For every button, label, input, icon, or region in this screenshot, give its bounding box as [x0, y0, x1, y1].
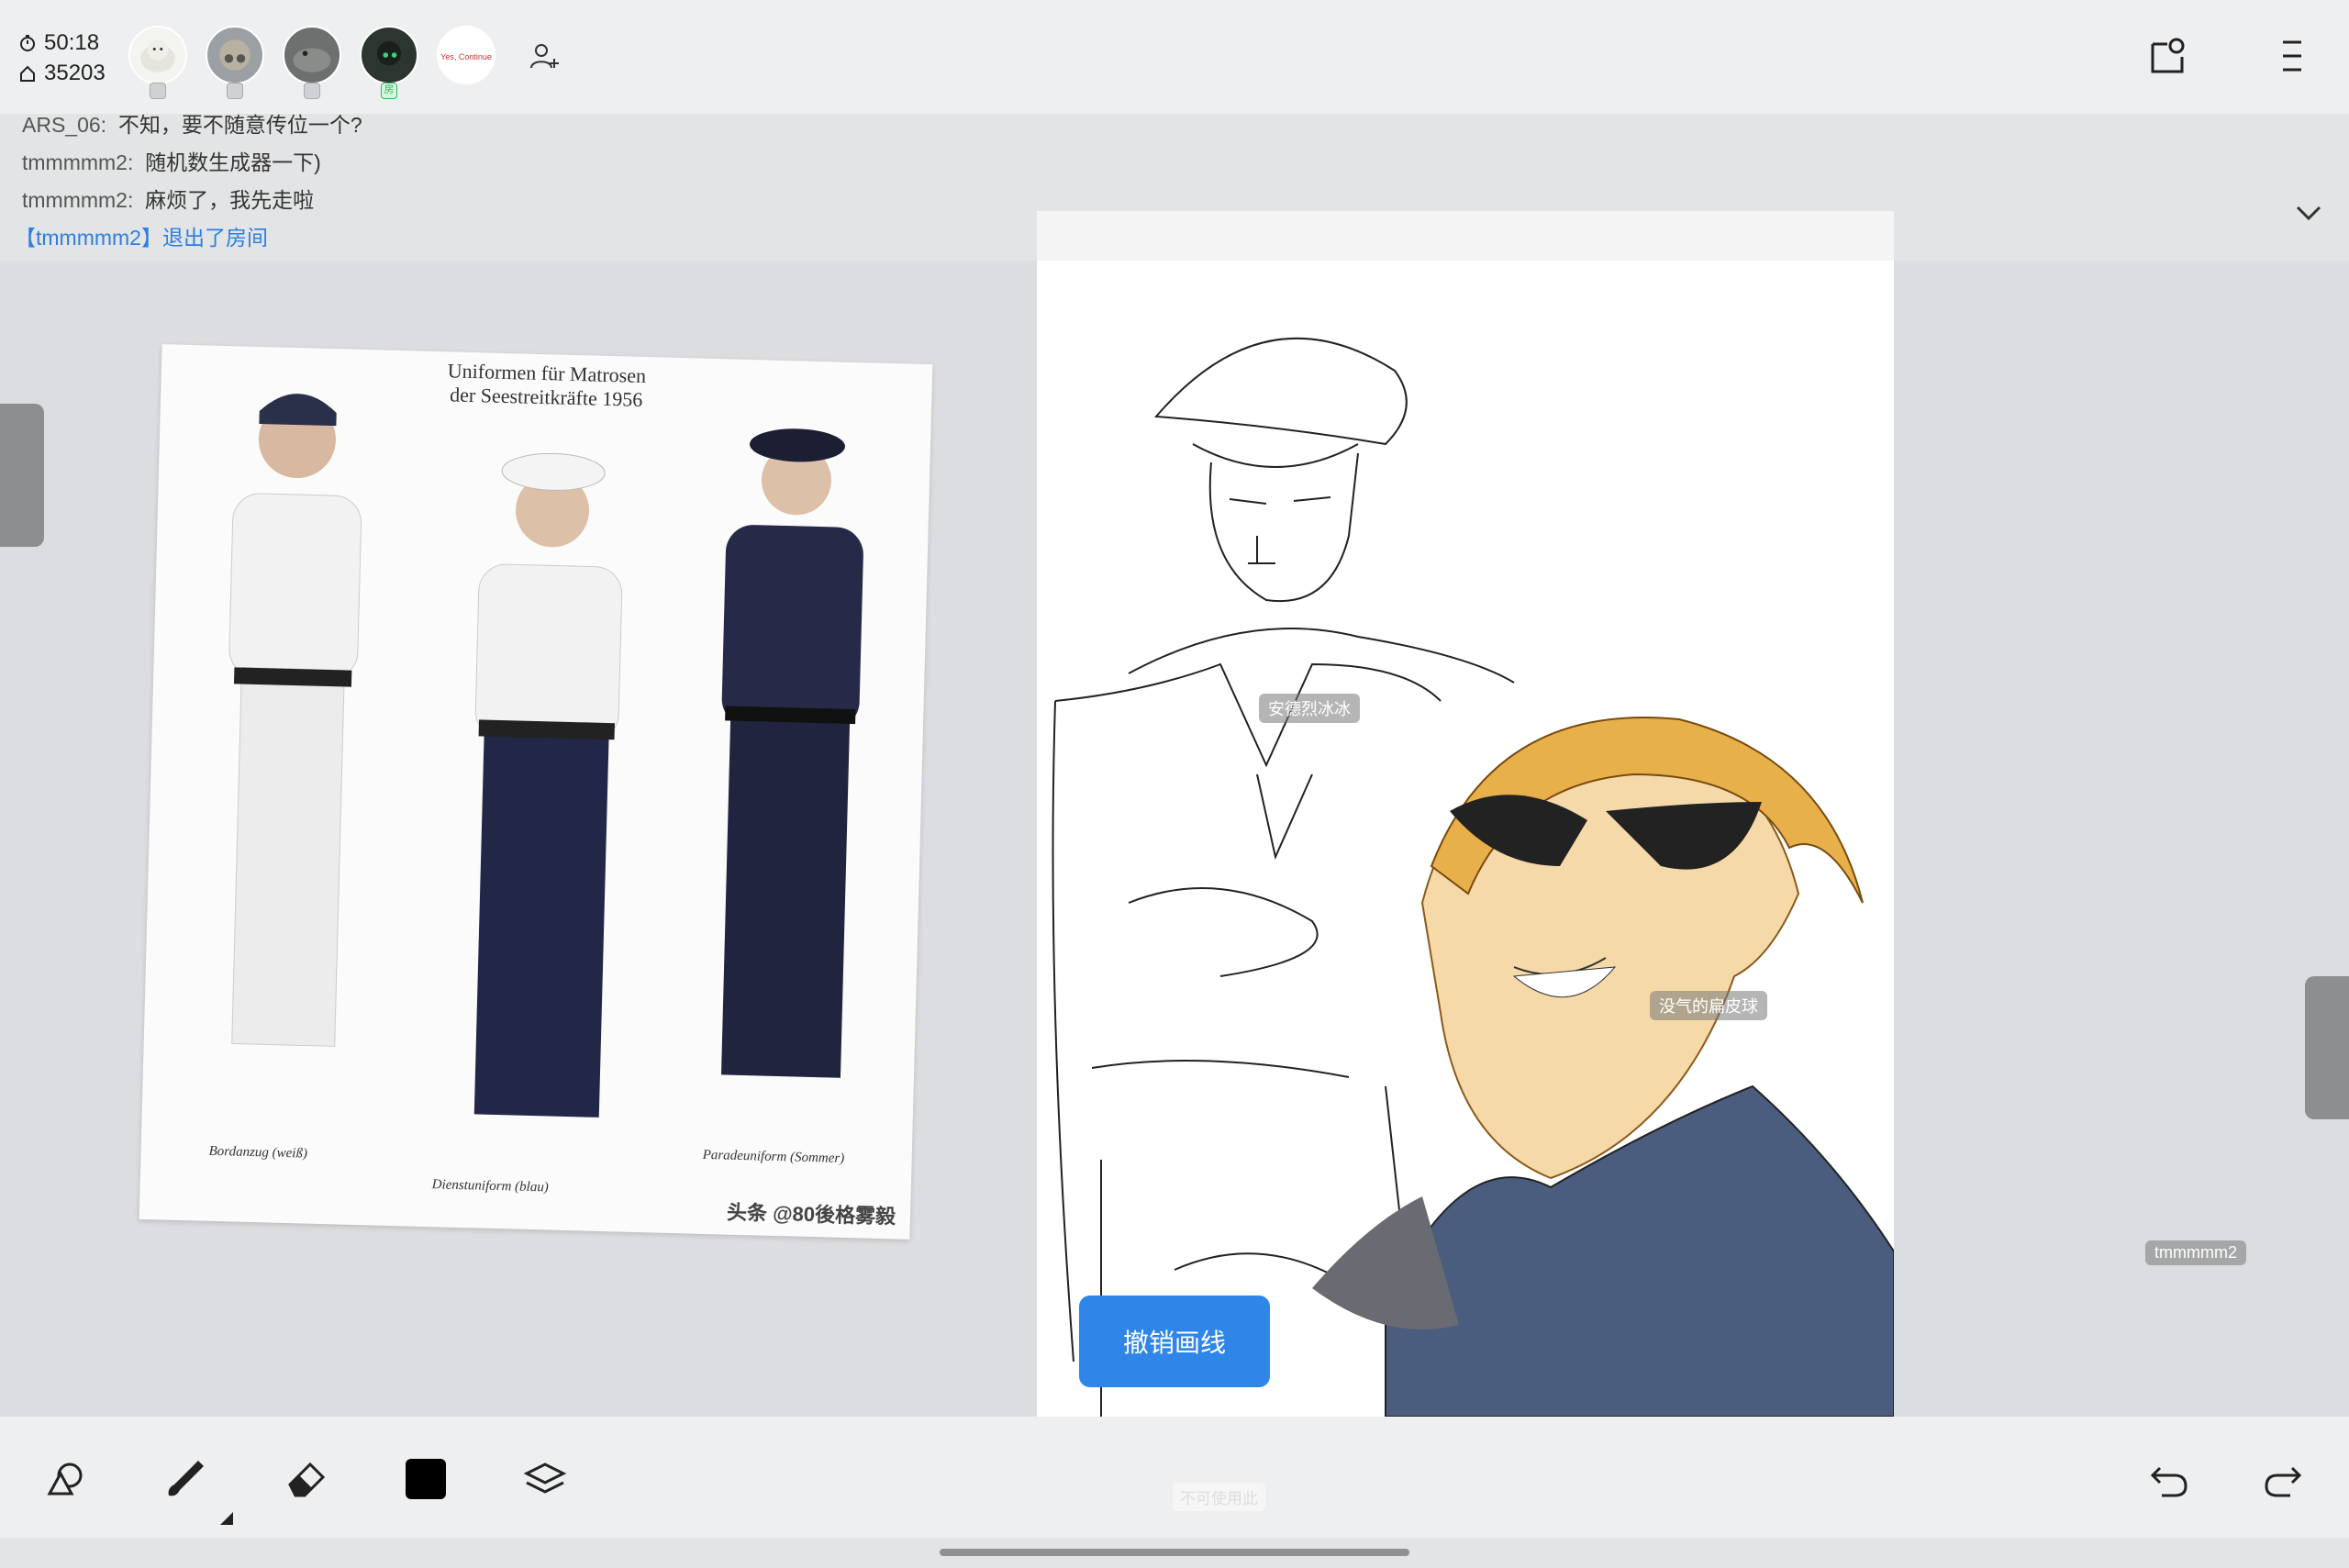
clip-library-icon[interactable]	[2147, 35, 2189, 77]
avatar[interactable]	[206, 26, 264, 99]
status-badge	[150, 83, 166, 99]
timer-value: 50:18	[44, 30, 100, 55]
avatar-cat-image	[293, 48, 331, 72]
chat-user: tmmmmm2:	[22, 150, 134, 174]
timer-icon	[20, 34, 35, 51]
avatar[interactable]: 房	[360, 26, 418, 99]
undo-icon[interactable]	[2147, 1457, 2191, 1501]
avatar-seal-image	[140, 39, 175, 72]
system-message: 【tmmmmm2】退出了房间	[15, 226, 268, 250]
host-badge: 房	[381, 83, 397, 99]
avatar-character-image	[376, 41, 402, 66]
drawing-paper[interactable]	[1037, 261, 1895, 1418]
brush-tool-icon[interactable]	[163, 1457, 207, 1501]
menu-icon[interactable]	[2274, 37, 2310, 75]
chat-message: tmmmmm2: 随机数生成器一下)	[22, 144, 362, 182]
chevron-down-icon[interactable]	[2290, 195, 2327, 231]
undo-stroke-button[interactable]: 撤销画线	[1079, 1296, 1270, 1387]
status-badge	[227, 83, 243, 99]
bottom-toolbar	[0, 1417, 2349, 1538]
room-stats: 50:18 35203	[18, 28, 106, 88]
home-icon	[20, 65, 35, 82]
caption-bordanzug: Bordanzug (weiß)	[208, 1143, 308, 1162]
chat-text: 麻烦了，我先走啦	[145, 188, 315, 212]
room-id-row: 35203	[18, 58, 106, 88]
uniform-illustration	[228, 394, 863, 1118]
eraser-tool-icon[interactable]	[284, 1457, 328, 1501]
layers-icon[interactable]	[523, 1457, 567, 1501]
status-badge	[304, 83, 320, 99]
right-drawer-handle[interactable]	[2305, 976, 2349, 1119]
avatar-helmet-image	[219, 39, 250, 71]
timer-row: 50:18	[18, 28, 106, 58]
avatar[interactable]	[128, 26, 187, 99]
chat-text: 不知，要不随意传位一个?	[117, 113, 362, 137]
brush-options-indicator-icon[interactable]	[220, 1512, 233, 1525]
collaborator-cursor-tag: 没气的扁皮球	[1650, 991, 1767, 1020]
chat-user: ARS_06:	[22, 113, 107, 137]
watermark: 头条 @80後格雾毅	[726, 1200, 896, 1229]
avatar[interactable]: Yes, Continue	[437, 26, 495, 84]
chat-user: tmmmmm2:	[22, 188, 134, 212]
top-bar: 50:18 35203 房 Yes, Continue	[0, 0, 2349, 115]
sketch-drawing	[1052, 337, 1895, 1418]
chat-message: ARS_06: 不知，要不随意传位一个?	[22, 106, 362, 144]
caption-dienstuniform: Dienstuniform (blau)	[431, 1177, 549, 1195]
left-drawer-handle[interactable]	[0, 404, 44, 547]
redo-icon[interactable]	[2261, 1457, 2305, 1501]
collaborator-cursor-tag: 安德烈冰冰	[1259, 694, 1360, 723]
room-id: 35203	[44, 61, 106, 85]
chat-message: tmmmmm2: 麻烦了，我先走啦	[22, 182, 362, 219]
collaborator-cursor-tag: tmmmmm2	[2145, 1240, 2246, 1265]
participant-list: 房 Yes, Continue	[128, 26, 495, 99]
chat-log: ARS_06: 不知，要不随意传位一个? tmmmmm2: 随机数生成器一下) …	[15, 106, 362, 257]
color-picker-swatch[interactable]	[404, 1457, 448, 1501]
shape-tool-icon[interactable]	[44, 1457, 88, 1501]
paper-top-margin	[1037, 211, 1894, 261]
add-user-icon[interactable]	[529, 40, 560, 72]
avatar[interactable]	[283, 26, 341, 99]
home-indicator[interactable]	[940, 1549, 1409, 1556]
reference-image[interactable]: Uniformen für Matrosen der Seestreitkräf…	[139, 344, 933, 1240]
chat-text: 随机数生成器一下)	[145, 150, 321, 174]
disabled-notice: 不可使用此	[1173, 1483, 1265, 1511]
